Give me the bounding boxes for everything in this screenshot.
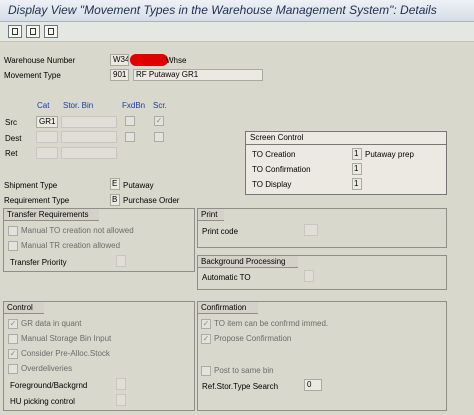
manual-to-checkbox[interactable] (8, 226, 18, 236)
src-stor-bin-field[interactable] (61, 116, 117, 128)
window-title: Display View "Movement Types in the Ware… (8, 3, 437, 17)
to-display-field[interactable]: 1 (352, 178, 362, 190)
dest-cat-field[interactable] (36, 131, 58, 143)
warehouse-number-label: Warehouse Number (4, 56, 76, 65)
manual-to-label: Manual TO creation not allowed (21, 226, 134, 235)
overdeliveries-checkbox[interactable] (8, 364, 18, 374)
transfer-priority-field[interactable] (116, 255, 126, 267)
col-cat-header: Cat (37, 101, 50, 110)
manual-tr-label: Manual TR creation allowed (21, 241, 121, 250)
confirmation-group: Confirmation (197, 301, 447, 411)
ret-cat-field[interactable] (36, 147, 58, 159)
foreground-field[interactable] (116, 378, 126, 390)
manual-tr-checkbox[interactable] (8, 241, 18, 251)
title-bar: Display View "Movement Types in the Ware… (0, 0, 474, 22)
manual-storage-label: Manual Storage Bin Input (21, 334, 112, 343)
screen-control-title: Screen Control (250, 133, 304, 142)
print-title: Print (198, 209, 224, 221)
ref-stor-type-field[interactable]: 0 (304, 379, 322, 391)
control-title: Control (4, 302, 44, 314)
gr-data-label: GR data in quant (21, 319, 82, 328)
transfer-requirements-title: Transfer Requirements (4, 209, 99, 221)
to-item-label: TO item can be confrmd immed. (214, 319, 329, 328)
propose-label: Propose Confirmation (214, 334, 292, 343)
details-icon[interactable] (44, 25, 58, 38)
save-icon[interactable] (8, 25, 22, 38)
background-processing-title: Background Processing (198, 256, 298, 268)
print-code-label: Print code (202, 227, 239, 236)
warehouse-number-field[interactable]: W34 (110, 54, 129, 66)
ret-stor-bin-field[interactable] (61, 147, 117, 159)
propose-checkbox[interactable]: ✓ (201, 334, 211, 344)
consider-prealloc-label: Consider Pre-Alloc.Stock (21, 349, 110, 358)
src-fxdbn-checkbox[interactable] (125, 116, 135, 126)
shipment-type-field[interactable]: E (110, 178, 120, 190)
screen-control-divider (245, 144, 447, 145)
movement-type-label: Movement Type (4, 71, 61, 80)
hu-picking-field[interactable] (116, 394, 126, 406)
post-same-bin-label: Post to same bin (214, 366, 274, 375)
to-creation-desc: Putaway prep (365, 150, 414, 159)
automatic-to-field[interactable] (304, 270, 314, 282)
src-scr-checkbox[interactable]: ✓ (154, 116, 164, 126)
foreground-label: Foreground/Backgrnd (10, 381, 88, 390)
print-code-field[interactable] (304, 224, 318, 236)
ret-label: Ret (5, 149, 18, 158)
confirmation-title: Confirmation (198, 302, 258, 314)
redaction-mark (130, 54, 168, 66)
gr-data-checkbox[interactable]: ✓ (8, 319, 18, 329)
hu-picking-label: HU picking control (10, 397, 75, 406)
requirement-type-label: Requirement Type (4, 196, 70, 205)
dest-fxdbn-checkbox[interactable] (125, 132, 135, 142)
requirement-type-field[interactable]: B (110, 194, 120, 206)
to-confirmation-field[interactable]: 1 (352, 163, 362, 175)
movement-type-desc: RF Putaway GR1 (133, 69, 263, 81)
warehouse-desc: Whse (166, 56, 187, 65)
src-cat-field[interactable]: GR1 (36, 116, 58, 128)
dest-scr-checkbox[interactable] (154, 132, 164, 142)
consider-prealloc-checkbox[interactable]: ✓ (8, 349, 18, 359)
dest-stor-bin-field[interactable] (61, 131, 117, 143)
col-stor-bin-header: Stor. Bin (63, 101, 94, 110)
to-creation-label: TO Creation (252, 150, 296, 159)
col-fxdbn-header: FxdBn (122, 101, 146, 110)
requirement-type-desc: Purchase Order (123, 196, 180, 205)
to-confirmation-label: TO Confirmation (252, 165, 311, 174)
post-same-bin-checkbox[interactable] (201, 366, 211, 376)
to-creation-field[interactable]: 1 (352, 148, 362, 160)
toolbar (0, 22, 474, 42)
to-item-checkbox[interactable]: ✓ (201, 319, 211, 329)
automatic-to-label: Automatic TO (202, 273, 251, 282)
to-display-label: TO Display (252, 180, 292, 189)
overdeliveries-label: Overdeliveries (21, 364, 73, 373)
src-label: Src (5, 118, 17, 127)
col-scr-header: Scr. (153, 101, 167, 110)
transfer-priority-label: Transfer Priority (10, 258, 67, 267)
movement-type-field[interactable]: 901 (110, 69, 129, 81)
ref-stor-type-label: Ref.Stor.Type Search (202, 382, 279, 391)
shipment-type-desc: Putaway (123, 181, 154, 190)
shipment-type-label: Shipment Type (4, 181, 58, 190)
manual-storage-checkbox[interactable] (8, 334, 18, 344)
dest-label: Dest (5, 134, 22, 143)
display-icon[interactable] (26, 25, 40, 38)
